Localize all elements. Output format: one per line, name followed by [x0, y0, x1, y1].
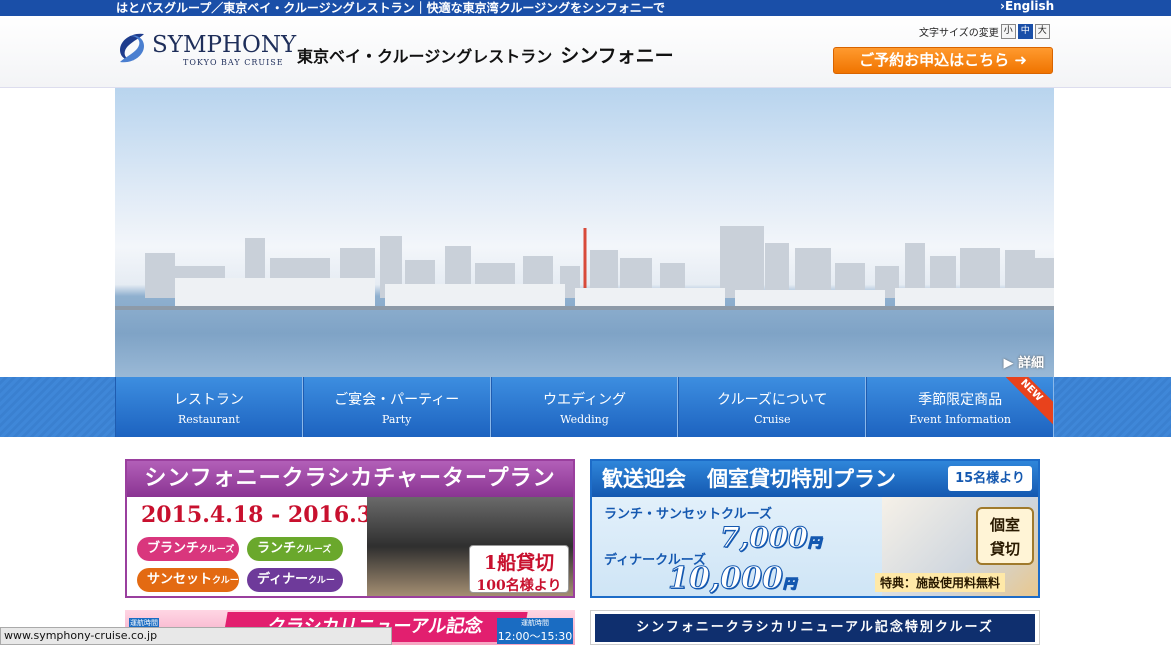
pill-label: ランチ: [257, 541, 297, 556]
banner-title: シンフォニークラシカチャータープラン: [127, 461, 573, 497]
lunch-pill: ランチクルーズ: [247, 537, 343, 561]
browser-status-bar: www.symphony-cruise.co.jp: [0, 627, 392, 645]
sunset-pill: サンセットクルーズ: [137, 568, 239, 592]
yen-unit: 円: [807, 536, 821, 552]
brunch-pill: ブランチクルーズ: [137, 537, 239, 561]
font-size-control: 文字サイズの変更 小 中 大: [919, 24, 1050, 39]
nav-item-cruise[interactable]: クルーズについて Cruise: [678, 377, 867, 437]
font-size-label: 文字サイズの変更: [919, 28, 999, 39]
dinner-pill: ディナークルーズ: [247, 568, 343, 592]
font-size-medium-button[interactable]: 中: [1017, 24, 1033, 39]
nav-label-en: Cruise: [754, 413, 791, 426]
pill-label: ディナー: [257, 572, 309, 587]
classica-charter-banner[interactable]: シンフォニークラシカチャータープラン 2015.4.18 - 2016.3.31…: [125, 459, 575, 598]
nav-label-jp: クルーズについて: [717, 392, 828, 408]
time-value: 12:00〜15:30: [497, 630, 573, 643]
charter-badge: 1船貸切 100名様より: [469, 545, 569, 594]
private-line2: 貸切: [989, 540, 1020, 558]
site-name: 東京ベイ・クルージングレストラン シンフォニー: [297, 41, 674, 68]
pill-suffix: クルーズ: [296, 545, 332, 555]
symphony-logo-icon[interactable]: [114, 30, 150, 66]
site-name-main: 東京ベイ・クルージングレストラン: [297, 47, 553, 66]
city-skyline-illustration: [115, 226, 1054, 310]
nav-label-jp: ウエディング: [542, 392, 626, 408]
dinner-price: 10,000円: [668, 561, 797, 597]
nav-item-wedding[interactable]: ウエディング Wedding: [490, 377, 679, 437]
lunch-price: 7,000円: [720, 521, 822, 555]
dinner-price-value: 10,000: [668, 561, 784, 597]
reservation-button[interactable]: ご予約お申込はこちら ➜: [833, 47, 1053, 74]
logo-wordmark[interactable]: SYMPHONY: [152, 32, 296, 58]
hero-image[interactable]: ▶ 詳細: [115, 88, 1054, 377]
site-name-big: シンフォニー: [560, 45, 674, 67]
charter-line2: 100名様より: [476, 578, 562, 594]
operation-time-box: 運航時間 12:00〜15:30: [497, 618, 573, 644]
pill-label: ブランチ: [147, 541, 200, 556]
logo-subtitle: TOKYO BAY CRUISE: [183, 58, 284, 67]
charter-line1: 1船貸切: [483, 552, 555, 574]
top-bar: はとバスグループ／東京ベイ・クルージングレストラン｜快適な東京湾クルージングをシ…: [0, 0, 1171, 16]
nav-item-restaurant[interactable]: レストラン Restaurant: [115, 377, 303, 437]
time-label: 運航時間: [521, 619, 549, 627]
nav-item-event[interactable]: 季節限定商品 Event Information NEW: [866, 377, 1054, 437]
private-line1: 個室: [989, 516, 1020, 534]
nav-item-party[interactable]: ご宴会・パーティー Party: [302, 377, 491, 437]
farewell-party-banner[interactable]: 歓送迎会 個室貸切特別プラン 15名様より ランチ・サンセットクルーズ 7,00…: [590, 459, 1040, 598]
hero-detail-link[interactable]: ▶ 詳細: [1003, 352, 1044, 371]
min-people-badge: 15名様より: [948, 466, 1032, 491]
nav-label-en: Party: [382, 413, 412, 426]
nav-label-en: Restaurant: [177, 413, 240, 426]
site-header: SYMPHONY TOKYO BAY CRUISE 東京ベイ・クルージングレスト…: [0, 16, 1171, 88]
english-link[interactable]: ›English: [1000, 0, 1054, 14]
renewal-cruise-banner[interactable]: シンフォニークラシカリニューアル記念特別クルーズ: [590, 610, 1040, 645]
nav-label-jp: ご宴会・パーティー: [334, 392, 460, 408]
nav-label-en: Wedding: [560, 413, 609, 426]
nav-label-jp: レストラン: [173, 392, 244, 408]
main-nav: レストラン Restaurant ご宴会・パーティー Party ウエディング …: [115, 377, 1054, 437]
pill-label: サンセット: [147, 572, 213, 587]
banner-title: シンフォニークラシカリニューアル記念特別クルーズ: [595, 614, 1035, 642]
font-size-small-button[interactable]: 小: [1000, 24, 1016, 39]
yen-unit: 円: [782, 577, 796, 593]
lunch-price-value: 7,000: [720, 521, 809, 555]
private-room-badge: 個室 貸切: [976, 507, 1034, 565]
group-tagline: はとバスグループ／東京ベイ・クルージングレストラン｜快適な東京湾クルージングをシ…: [116, 1, 666, 15]
font-size-large-button[interactable]: 大: [1034, 24, 1050, 39]
lunch-sunset-label: ランチ・サンセットクルーズ: [604, 507, 772, 522]
nav-label-en: Event Information: [909, 413, 1011, 426]
pill-suffix: クルーズ: [199, 545, 235, 555]
bonus-note: 特典：施設使用料無料: [875, 573, 1006, 592]
